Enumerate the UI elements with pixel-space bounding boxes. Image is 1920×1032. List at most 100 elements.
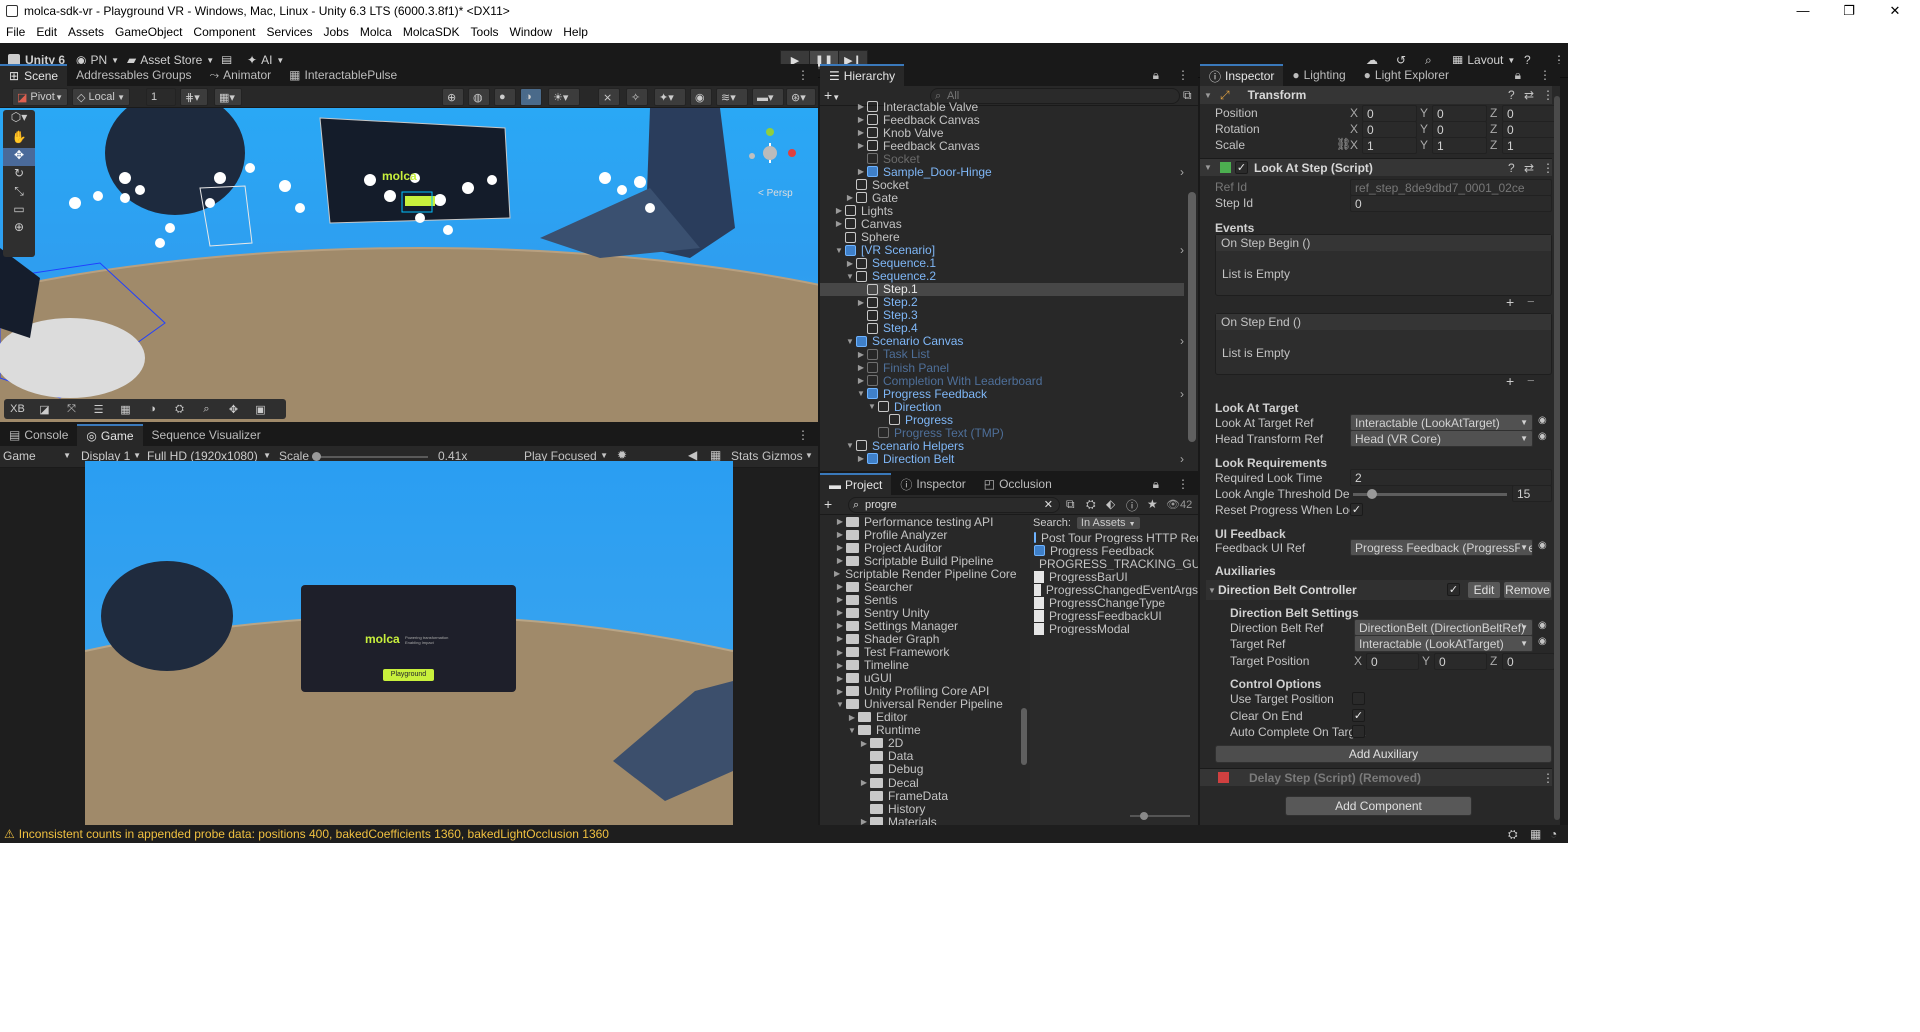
- fold-arrow-icon[interactable]: ▶: [855, 128, 867, 137]
- overlay-move-icon[interactable]: ✥: [220, 403, 247, 416]
- folder-item[interactable]: ▶ Profile Analyzer: [820, 528, 1011, 542]
- hierarchy-item[interactable]: Socket: [820, 178, 1184, 192]
- fold-arrow-icon[interactable]: ▶: [858, 778, 870, 787]
- game-viewport[interactable]: molca Powering transformation Enabling I…: [85, 461, 733, 825]
- folder-item[interactable]: ▶ Editor: [820, 710, 1011, 724]
- menu-gameobject[interactable]: GameObject: [115, 25, 182, 39]
- hierarchy-item[interactable]: ▶ Direction Belt ›: [820, 452, 1184, 466]
- hierarchy-item[interactable]: Progress: [820, 413, 1184, 427]
- menu-molca[interactable]: Molca: [360, 25, 392, 39]
- fold-arrow-icon[interactable]: ▶: [834, 556, 846, 565]
- clear-on-end-checkbox[interactable]: ✓: [1352, 709, 1365, 722]
- axis-x-field[interactable]: 0: [1366, 653, 1419, 670]
- hierarchy-item[interactable]: ▶ Lights: [820, 204, 1184, 218]
- transform-more-icon[interactable]: ⋮: [1542, 88, 1554, 102]
- script-more-icon[interactable]: ⋮: [1542, 161, 1554, 175]
- look-angle-slider[interactable]: [1353, 489, 1507, 499]
- overlay-search-icon[interactable]: ⌕: [193, 403, 220, 416]
- card-playground-button[interactable]: Playground: [383, 669, 434, 681]
- hierarchy-item[interactable]: ▶ Feedback Canvas: [820, 139, 1184, 153]
- axis-y-field[interactable]: 0: [1434, 653, 1487, 670]
- hierarchy-item[interactable]: ▶ Sample_Door-Hinge ›: [820, 165, 1184, 179]
- add-auxiliary-button[interactable]: Add Auxiliary: [1215, 745, 1552, 763]
- scope-in-assets[interactable]: In Assets ▼: [1076, 517, 1140, 529]
- inspector-scrollbar[interactable]: [1554, 96, 1560, 820]
- tab-animator[interactable]: ⤳ Animator: [200, 64, 281, 86]
- fold-arrow-icon[interactable]: ▶: [855, 115, 867, 124]
- fold-arrow-icon[interactable]: ▶: [844, 259, 856, 268]
- menu-edit[interactable]: Edit: [36, 25, 57, 39]
- project-folder-scrollbar[interactable]: [1021, 708, 1027, 765]
- fold-arrow-icon[interactable]: ▼: [844, 272, 856, 281]
- layers-icon[interactable]: ≋▾: [716, 88, 748, 106]
- feedback-ui-picker-icon[interactable]: ◉: [1538, 540, 1547, 551]
- delay-step-more-icon[interactable]: ⋮: [1542, 771, 1554, 785]
- globe-icon[interactable]: ◍: [468, 88, 490, 106]
- hierarchy-item[interactable]: Progress Text (TMP): [820, 426, 1184, 440]
- tab-addressables-groups[interactable]: Addressables Groups: [67, 64, 201, 86]
- auto-complete-checkbox[interactable]: [1352, 725, 1365, 738]
- script-help-icon[interactable]: ?: [1508, 161, 1515, 175]
- fold-arrow-icon[interactable]: ▶: [834, 595, 846, 604]
- fold-arrow-icon[interactable]: ▶: [834, 582, 846, 591]
- look-at-step-header[interactable]: ▼ ✓ Look At Step (Script) ? ⇄ ⋮: [1200, 158, 1554, 176]
- tab-light-explorer[interactable]: ● Light Explorer: [1354, 64, 1458, 86]
- target-ref-picker-icon[interactable]: ◉: [1538, 636, 1547, 647]
- axis-z-field[interactable]: 0: [1502, 121, 1557, 138]
- menu-help[interactable]: Help: [563, 25, 588, 39]
- gizmos-icon[interactable]: ⊛▾: [786, 88, 816, 106]
- hierarchy-item[interactable]: ▼ Scenario Helpers: [820, 439, 1184, 453]
- overlay-tool-1-icon[interactable]: ◪: [31, 403, 58, 416]
- folder-item[interactable]: ▶ Unity Profiling Core API: [820, 684, 1011, 698]
- search-type-icon[interactable]: ⧉: [1066, 497, 1075, 512]
- fold-arrow-icon[interactable]: ▶: [834, 661, 846, 670]
- hierarchy-item[interactable]: Step.1: [820, 282, 1184, 296]
- axis-z-field[interactable]: 0: [1502, 105, 1557, 122]
- pivot-dropdown[interactable]: ◪ Pivot ▼: [12, 88, 68, 106]
- hierarchy-item[interactable]: ▼ Scenario Canvas ›: [820, 334, 1184, 348]
- stats-button[interactable]: Stats: [731, 449, 758, 463]
- folder-item[interactable]: Data: [820, 749, 1011, 763]
- game-grid-icon[interactable]: ▦: [710, 448, 721, 462]
- folder-item[interactable]: ▶ Performance testing API: [820, 515, 1011, 529]
- collab-status-icon[interactable]: ⛭: [1508, 827, 1518, 842]
- camera-icon[interactable]: ▬▾: [752, 88, 784, 106]
- folder-item[interactable]: ▼ Runtime: [820, 723, 1011, 737]
- fold-arrow-icon[interactable]: ▶: [855, 350, 867, 359]
- hierarchy-more-icon[interactable]: ⋮: [1168, 64, 1198, 86]
- dbc-remove-button[interactable]: Remove: [1503, 581, 1552, 599]
- lighting-icon[interactable]: ☀▾: [548, 88, 580, 106]
- tab-project[interactable]: ▬ Project: [820, 473, 892, 495]
- transform-preset-icon[interactable]: ⇄: [1524, 88, 1534, 102]
- fold-arrow-icon[interactable]: ▶: [834, 674, 846, 683]
- hierarchy-filter-icon[interactable]: ⧉: [1183, 88, 1192, 103]
- gizmos-button[interactable]: Gizmos: [762, 449, 803, 463]
- local-dropdown[interactable]: ◇ Local ▼: [72, 88, 130, 106]
- fold-arrow-icon[interactable]: ▶: [834, 569, 840, 578]
- orbit-icon[interactable]: ⊕: [442, 88, 464, 106]
- snap-icon[interactable]: ⋕▾: [180, 88, 208, 106]
- use-target-position-checkbox[interactable]: [1352, 692, 1365, 705]
- open-prefab-icon[interactable]: ›: [1180, 334, 1184, 348]
- hierarchy-item[interactable]: ▶ Finish Panel: [820, 361, 1184, 375]
- hierarchy-item[interactable]: ▼ Direction: [820, 400, 1184, 414]
- fold-arrow-icon[interactable]: ▼: [866, 402, 878, 411]
- overlay-tool-7-icon[interactable]: ▣: [247, 403, 274, 416]
- tab-sequence-visualizer[interactable]: Sequence Visualizer: [142, 424, 270, 446]
- transform-help-icon[interactable]: ?: [1508, 88, 1515, 102]
- folder-item[interactable]: ▶ Timeline: [820, 658, 1011, 672]
- menu-services[interactable]: Services: [266, 25, 312, 39]
- tab-inspector[interactable]: ⓘ Inspector: [1200, 64, 1284, 86]
- menu-component[interactable]: Component: [193, 25, 255, 39]
- transform-header[interactable]: ▼ ⤢ Transform ? ⇄ ⋮: [1200, 86, 1554, 104]
- menu-molcasdk[interactable]: MolcaSDK: [403, 25, 460, 39]
- add-end-listener-button[interactable]: +: [1506, 373, 1514, 389]
- inspector-more-icon[interactable]: ⋮: [1530, 64, 1560, 86]
- head-transform-picker-icon[interactable]: ◉: [1538, 431, 1547, 442]
- asset-result-item[interactable]: ProgressChangedEventArgs: [1030, 583, 1198, 596]
- scale-slider[interactable]: [312, 452, 428, 461]
- fold-arrow-icon[interactable]: ▶: [844, 193, 856, 202]
- menu-file[interactable]: File: [6, 25, 25, 39]
- asset-result-item[interactable]: ProgressBarUI: [1030, 570, 1198, 583]
- grid-icon[interactable]: ▦▾: [214, 88, 242, 106]
